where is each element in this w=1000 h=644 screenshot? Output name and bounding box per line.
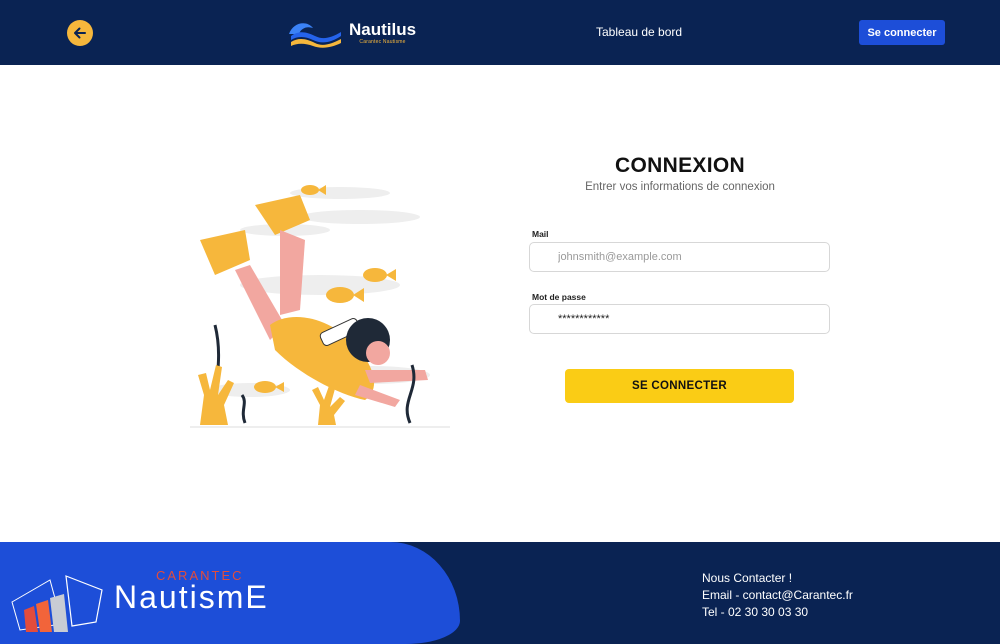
submit-login-button[interactable]: SE CONNECTER [565, 369, 794, 403]
contact-phone[interactable]: Tel - 02 30 30 03 30 [702, 604, 853, 621]
brand-logo[interactable]: Nautilus Carantec Nautisme [287, 16, 416, 50]
diver-illustration [190, 185, 450, 428]
wave-logo-icon [289, 23, 341, 48]
password-label: Mot de passe [532, 292, 586, 302]
nav-link-dashboard[interactable]: Tableau de bord [596, 25, 682, 39]
top-navbar: Nautilus Carantec Nautisme Tableau de bo… [0, 0, 1000, 65]
brand-text: Nautilus Carantec Nautisme [349, 20, 417, 46]
contact-block: Nous Contacter ! Email - contact@Carante… [702, 570, 853, 621]
logo-nautisme-text: NautismE [114, 579, 269, 615]
brand-tagline: Carantec Nautisme [359, 39, 406, 45]
contact-title: Nous Contacter ! [702, 571, 793, 585]
arrow-left-icon [74, 27, 86, 39]
mail-input[interactable] [529, 242, 830, 272]
header-login-button[interactable]: Se connecter [859, 20, 945, 45]
contact-email[interactable]: Email - contact@Carantec.fr [702, 587, 853, 604]
brand-name: Nautilus [349, 20, 417, 39]
footer: CARANTEC NautismE Nous Contacter ! Email… [0, 542, 1000, 644]
login-title: CONNEXION [615, 154, 745, 177]
carantec-nautisme-logo: CARANTEC NautismE [11, 568, 269, 632]
password-input[interactable] [529, 304, 830, 334]
mail-label: Mail [532, 229, 549, 239]
login-subtitle: Entrer vos informations de connexion [585, 181, 775, 193]
back-button[interactable] [67, 20, 93, 46]
